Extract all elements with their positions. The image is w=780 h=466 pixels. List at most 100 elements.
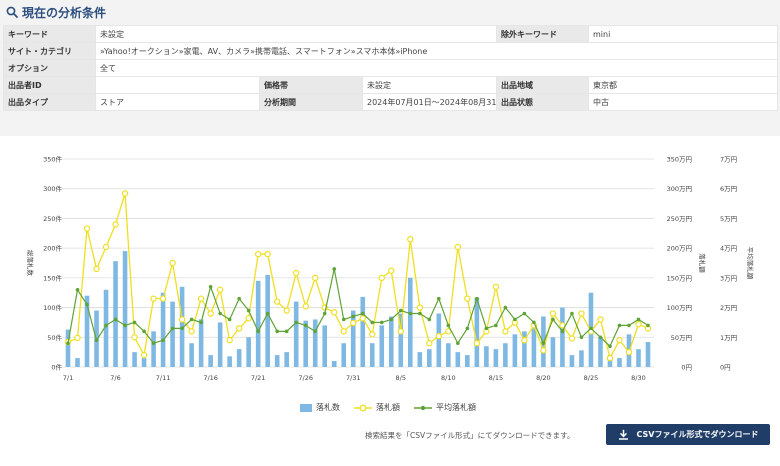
y-tick-label-right-average: 5万円: [720, 215, 737, 223]
y-tick-label-right-amount: 250万円: [667, 215, 692, 223]
point-amount: [159, 295, 167, 302]
bar-count: [550, 337, 556, 367]
legend-bar-swatch: [300, 403, 312, 412]
point-amount: [283, 307, 290, 314]
y-tick-label-left: 0件: [51, 363, 62, 372]
point-average: [551, 317, 555, 322]
bar-count: [141, 358, 147, 367]
bar-count: [360, 296, 366, 367]
y-tick-label-right-amount: 100万円: [667, 304, 692, 312]
point-average: [208, 284, 213, 289]
point-average: [294, 320, 298, 325]
point-average: [85, 302, 89, 307]
bar-count: [512, 334, 518, 367]
point-average: [284, 329, 289, 334]
y-tick-label-left: 200件: [43, 244, 62, 253]
point-average: [418, 311, 422, 316]
point-amount: [83, 225, 91, 232]
point-average: [237, 296, 241, 301]
bar-count: [369, 343, 375, 367]
legend-line-swatch-green: [414, 405, 432, 410]
point-amount: [378, 274, 385, 282]
bar-count: [388, 316, 394, 367]
bar-count: [503, 343, 508, 367]
bar-count: [265, 274, 270, 367]
bar-count: [312, 319, 318, 367]
y-tick-label-left: 300件: [43, 184, 62, 193]
bar-count: [474, 297, 480, 367]
bar-count: [113, 261, 118, 367]
point-amount: [606, 354, 614, 362]
bar-count: [484, 346, 489, 367]
point-amount: [188, 328, 195, 335]
x-tick-label: 7/21: [251, 374, 266, 382]
point-amount: [216, 286, 224, 293]
point-amount: [407, 236, 414, 243]
point-average: [66, 341, 70, 346]
bar-count: [417, 352, 423, 367]
point-average: [189, 317, 194, 322]
point-amount: [359, 315, 366, 322]
bar-count: [560, 307, 565, 367]
x-tick-label: 8/5: [396, 374, 406, 382]
point-average: [456, 341, 460, 346]
point-average: [484, 326, 489, 331]
x-tick-label: 8/20: [536, 374, 551, 382]
bar-count: [284, 352, 289, 367]
y-axis-label-right-amount: 落札額: [698, 253, 707, 273]
point-average: [646, 323, 650, 328]
y-tick-label-right-average: 0円: [720, 364, 731, 372]
point-average: [322, 311, 327, 316]
point-average: [303, 323, 308, 328]
y-tick-label-left: 250件: [43, 214, 62, 223]
bar-count: [132, 352, 137, 367]
point-amount: [178, 316, 186, 323]
point-average: [341, 317, 346, 322]
legend-item-average: 平均落札額: [414, 402, 476, 413]
point-average: [246, 308, 251, 313]
point-amount: [235, 325, 243, 332]
y-axis-label-right-average: 平均落札額: [746, 247, 755, 280]
point-average: [265, 311, 270, 316]
point-average: [475, 296, 479, 301]
point-average: [627, 323, 631, 328]
x-tick-label: 7/16: [203, 374, 218, 382]
point-average: [104, 323, 108, 328]
point-average: [608, 344, 612, 349]
point-average: [75, 287, 80, 292]
point-average: [513, 317, 517, 322]
point-average: [332, 267, 337, 271]
point-amount: [102, 243, 110, 251]
bar-count: [617, 358, 622, 367]
point-average: [617, 323, 622, 328]
bar-count: [75, 358, 80, 367]
point-average: [113, 317, 118, 322]
point-average: [123, 323, 127, 328]
point-average: [94, 338, 99, 343]
bar-count: [569, 355, 575, 367]
point-average: [427, 317, 432, 322]
bar-count: [331, 361, 337, 367]
point-amount: [74, 334, 81, 342]
x-tick-label: 8/15: [489, 374, 504, 382]
point-amount: [121, 190, 129, 197]
x-tick-label: 8/30: [631, 374, 646, 382]
point-average: [180, 326, 184, 331]
legend-line-swatch-yellow: [354, 404, 372, 411]
bar-count: [322, 325, 328, 367]
point-amount: [502, 328, 509, 335]
legend-item-amount: 落札額: [354, 402, 400, 413]
x-tick-label: 7/31: [346, 374, 361, 382]
point-amount: [426, 340, 433, 347]
legend-label-amount: 落札額: [376, 403, 400, 412]
point-average: [389, 317, 394, 322]
chart-legend: 落札数 落札額 平均落札額: [300, 402, 476, 413]
x-tick-label: 7/6: [110, 374, 120, 382]
bar-count: [198, 319, 204, 367]
point-average: [560, 329, 565, 334]
csv-download-button[interactable]: CSVファイル形式でダウンロード: [606, 424, 770, 445]
y-axis-label-left: 総落札数: [26, 250, 35, 277]
y-tick-label-right-amount: 150万円: [667, 274, 692, 282]
y-tick-label-left: 50件: [47, 333, 62, 342]
point-amount: [388, 267, 395, 274]
